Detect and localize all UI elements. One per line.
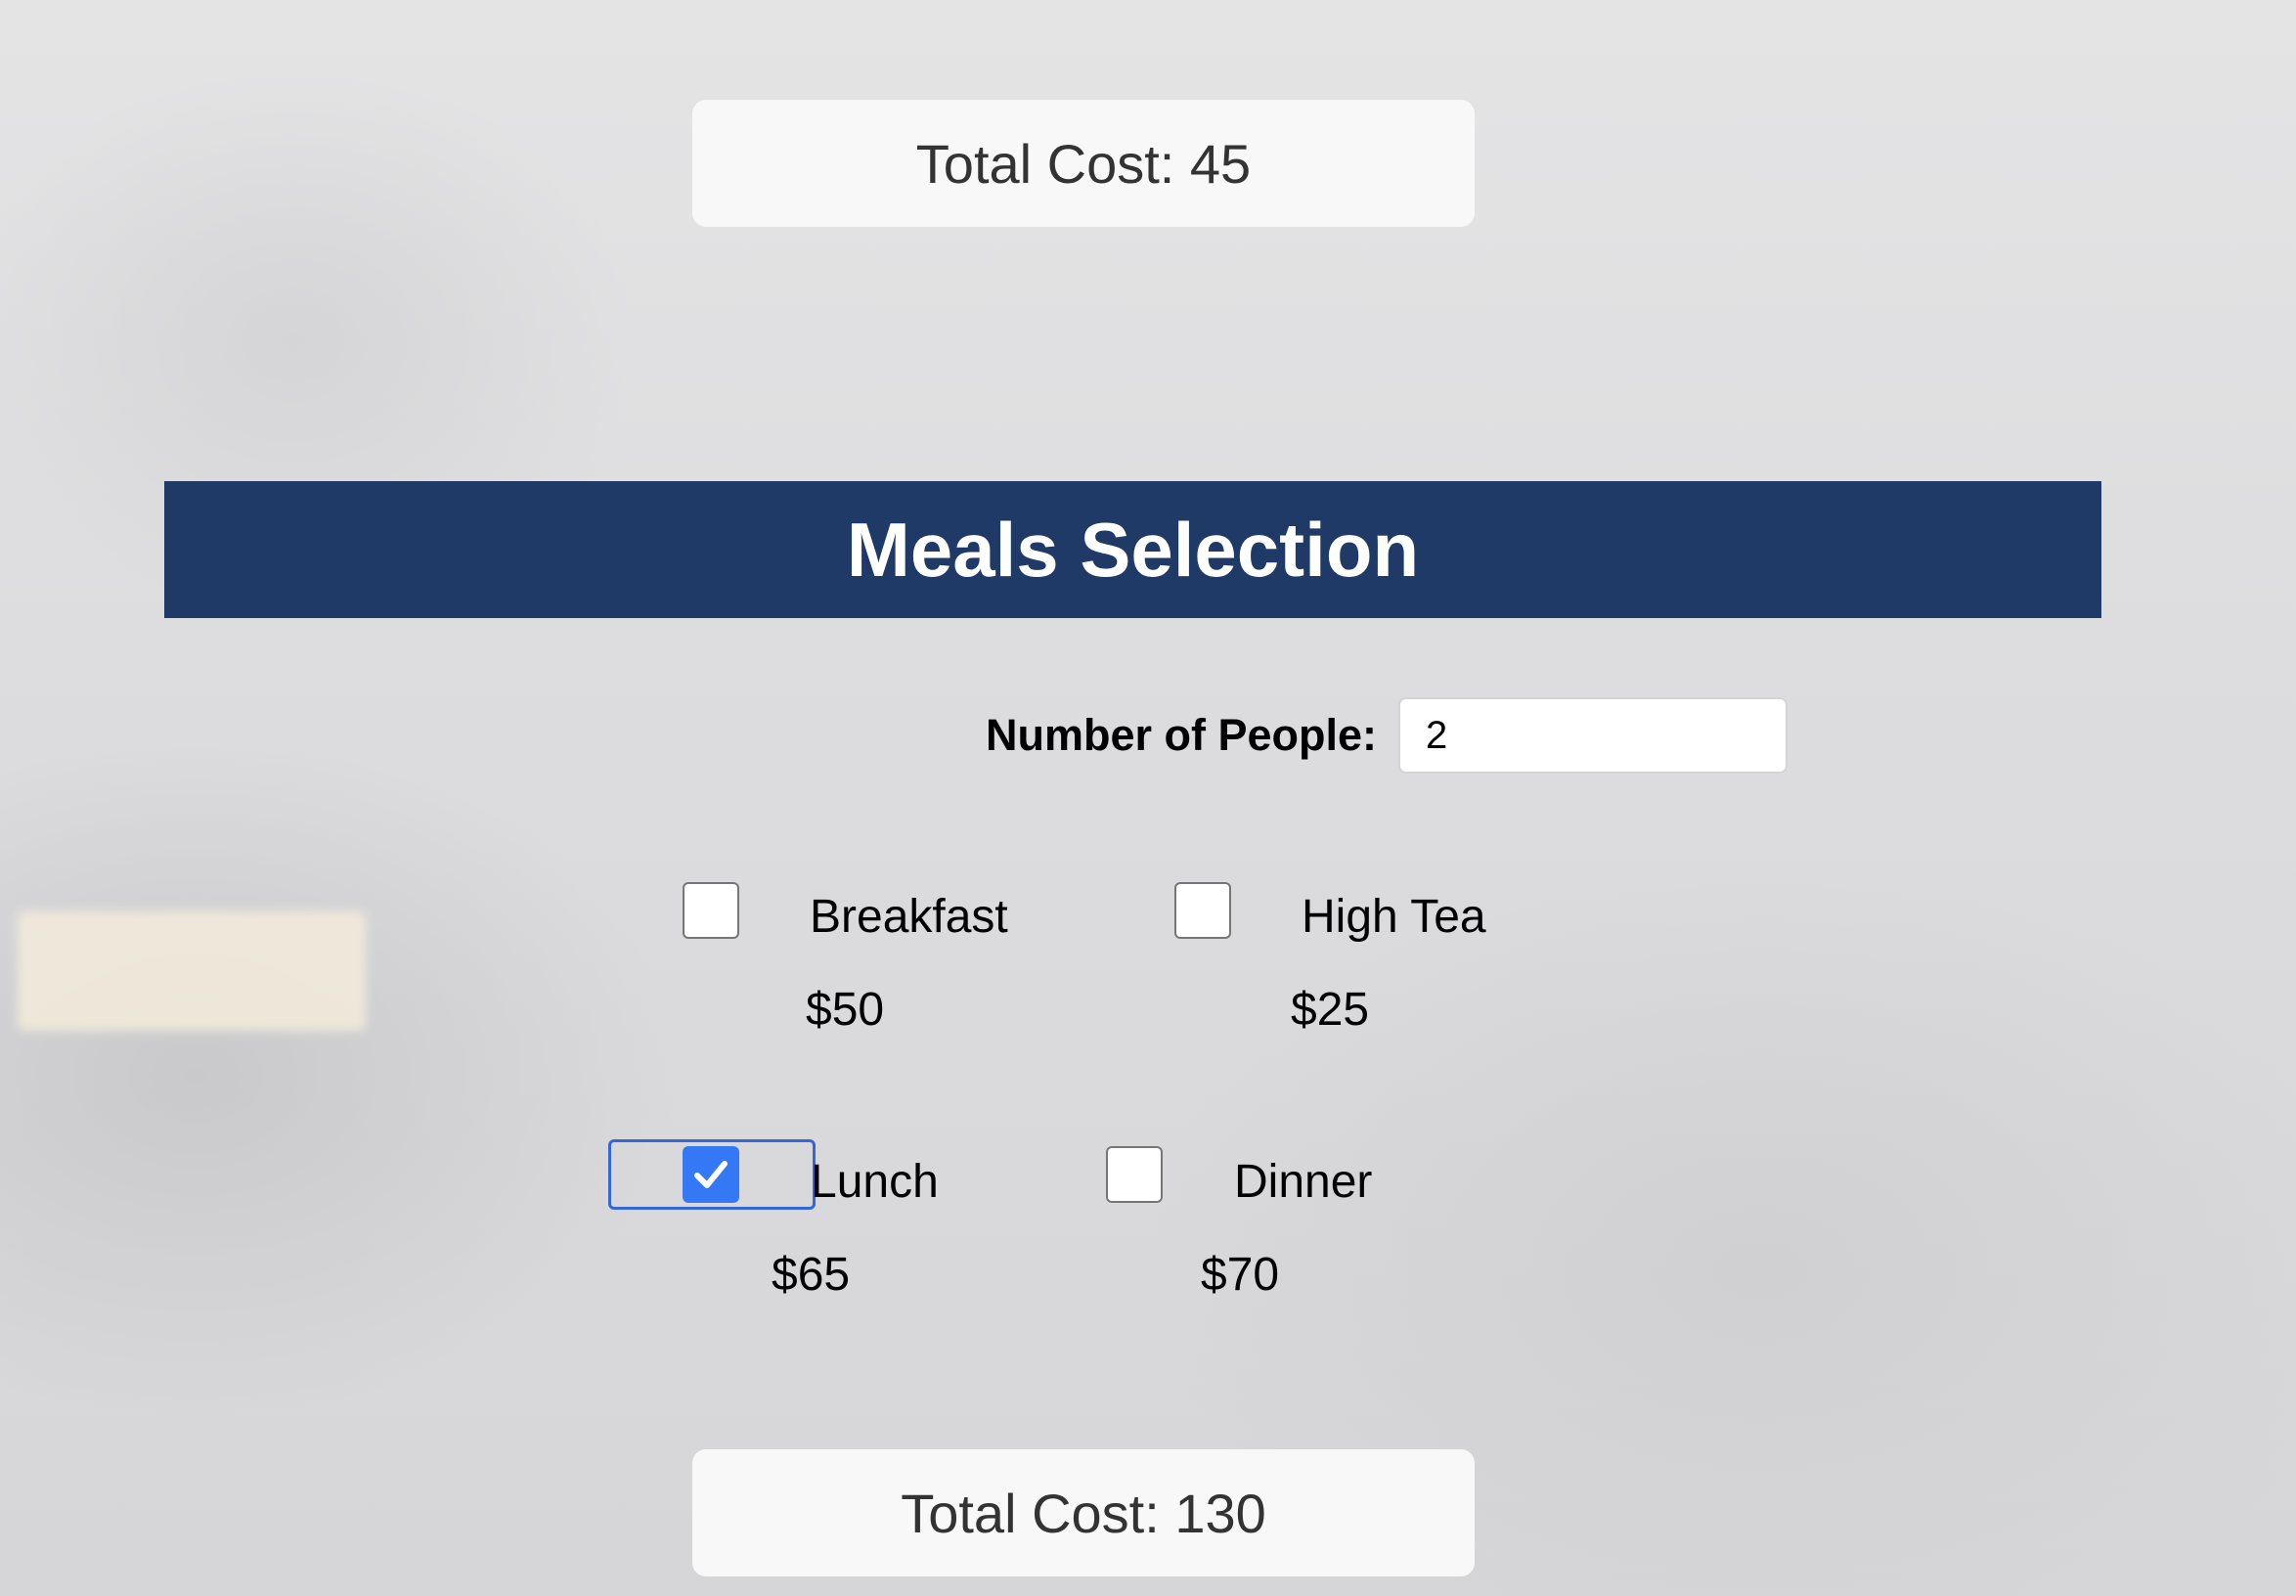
dinner-label: Dinner xyxy=(1234,1156,1373,1208)
total-cost-bottom-label: Total Cost: 130 xyxy=(901,1482,1266,1544)
dinner-price: $70 xyxy=(1201,1249,1280,1301)
high-tea-label: High Tea xyxy=(1302,891,1486,943)
checkmark-icon xyxy=(694,1161,728,1188)
high-tea-price: $25 xyxy=(1291,984,1370,1036)
total-cost-top-label: Total Cost: 45 xyxy=(915,132,1252,195)
lunch-price: $65 xyxy=(772,1249,851,1301)
total-cost-bottom: Total Cost: 130 xyxy=(692,1449,1475,1576)
high-tea-checkbox[interactable] xyxy=(1174,882,1231,939)
breakfast-label: Breakfast xyxy=(810,891,1008,943)
lunch-label: Lunch xyxy=(811,1156,939,1208)
lunch-checkbox[interactable] xyxy=(683,1146,739,1203)
blurred-background xyxy=(0,0,2296,1596)
number-of-people-label: Number of People: xyxy=(986,710,1378,760)
meals-selection-banner: Meals Selection xyxy=(164,481,2101,618)
breakfast-checkbox[interactable] xyxy=(683,882,739,939)
section-title: Meals Selection xyxy=(846,506,1420,593)
total-cost-top: Total Cost: 45 xyxy=(692,100,1475,227)
number-of-people-input[interactable] xyxy=(1398,697,1788,774)
background-cta-button xyxy=(18,911,366,1031)
breakfast-price: $50 xyxy=(806,984,885,1036)
dinner-checkbox[interactable] xyxy=(1106,1146,1163,1203)
